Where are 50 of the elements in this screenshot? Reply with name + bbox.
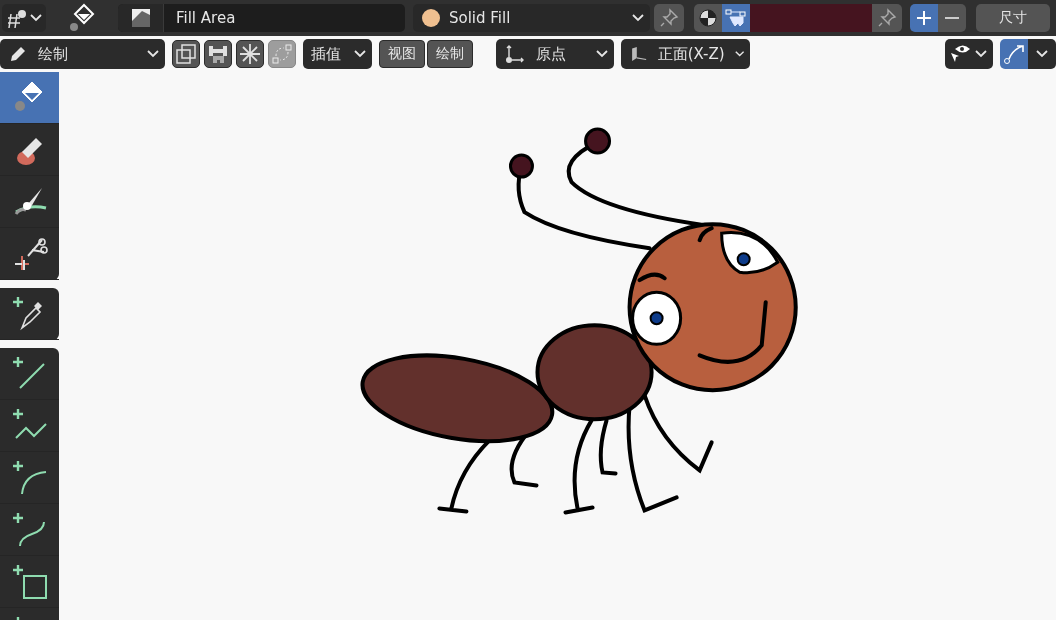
- pin-button[interactable]: [654, 4, 684, 32]
- layers-icon: [175, 43, 197, 65]
- caret-icon: [30, 14, 42, 22]
- color-swatch[interactable]: [750, 4, 872, 32]
- sphere-icon: [698, 8, 718, 28]
- paint-nodes-icon: [725, 8, 747, 28]
- pivot-icon: [504, 43, 526, 65]
- caret-icon: [975, 50, 987, 58]
- caret-icon: [354, 50, 366, 58]
- minus-icon: [944, 17, 960, 19]
- caret-icon: [734, 50, 744, 58]
- interpolate-dropdown[interactable]: 插值: [303, 39, 372, 69]
- caret-icon: [596, 50, 608, 58]
- caret-icon: [147, 50, 159, 58]
- shading-button[interactable]: [694, 4, 722, 32]
- mode-dropdown[interactable]: 绘制: [0, 39, 165, 69]
- snowflake-icon: [239, 43, 261, 65]
- caret-icon: [632, 14, 644, 22]
- material-preview-icon: [129, 7, 152, 29]
- menu-button[interactable]: 视图: [379, 40, 425, 68]
- pin-button[interactable]: [872, 4, 902, 32]
- pin-icon: [659, 8, 679, 28]
- arc-icon: [11, 459, 48, 496]
- pin-icon: [877, 8, 897, 28]
- pencil-icon: [8, 44, 28, 64]
- pivot-dropdown[interactable]: 原点: [496, 39, 614, 69]
- toggle-button[interactable]: [172, 40, 200, 68]
- add-toggle[interactable]: [910, 4, 938, 32]
- object-icon: [6, 8, 28, 28]
- box-icon: [11, 563, 48, 600]
- remove-toggle[interactable]: [938, 4, 966, 32]
- gizmo-dropdown[interactable]: [1028, 39, 1056, 69]
- select-dashed-icon: [271, 43, 293, 65]
- dumbbell-icon: [207, 43, 229, 65]
- size-button[interactable]: 尺寸: [976, 4, 1050, 32]
- toggle-button[interactable]: [204, 40, 232, 68]
- menu-button[interactable]: 绘制: [427, 40, 473, 68]
- curve-icon: [11, 511, 48, 548]
- curve-arrow-icon: [1003, 43, 1025, 65]
- plus-icon: [916, 10, 932, 26]
- color-dot-icon: [421, 8, 441, 28]
- caret-icon: [1036, 50, 1048, 58]
- view-dropdown[interactable]: 正面(X-Z): [621, 39, 750, 69]
- mode-selector[interactable]: [2, 4, 46, 32]
- gizmo-toggle[interactable]: [1000, 39, 1028, 69]
- material-mode-toggle[interactable]: [722, 4, 750, 32]
- visibility-dropdown[interactable]: [945, 39, 993, 69]
- fill-style-dropdown[interactable]: Solid Fill: [413, 4, 650, 32]
- toggle-button[interactable]: [236, 40, 264, 68]
- material-field[interactable]: Fill Area: [118, 4, 405, 32]
